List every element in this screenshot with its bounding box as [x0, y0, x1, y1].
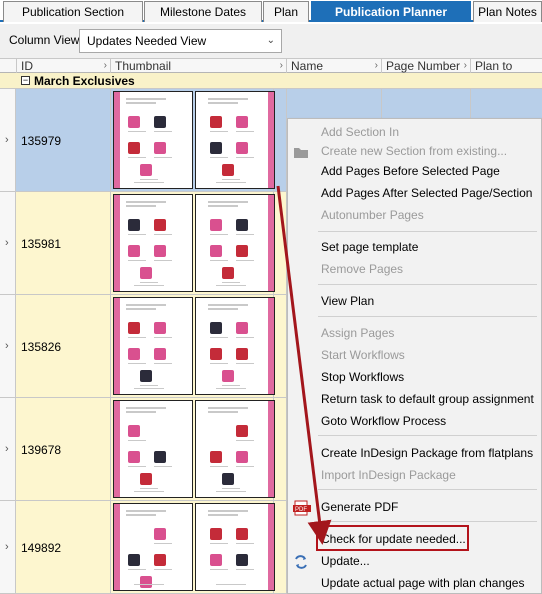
- annotation-arrow: [276, 185, 332, 545]
